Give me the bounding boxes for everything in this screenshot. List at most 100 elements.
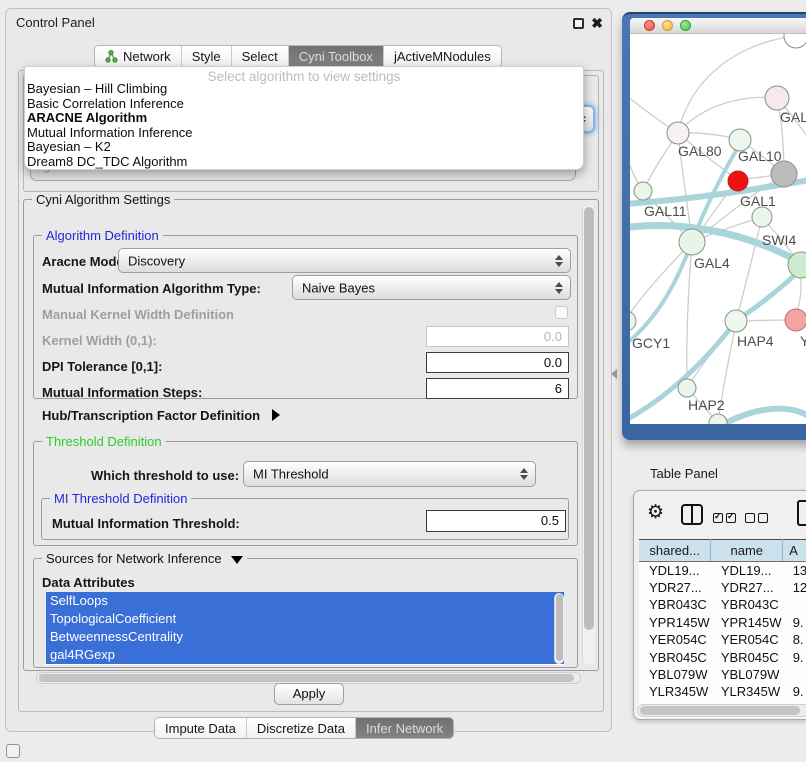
network-node-swi4[interactable] (752, 207, 772, 227)
cell[interactable]: YDL19... (711, 562, 783, 579)
dropdown-item[interactable]: Mutual Information Inference (25, 126, 583, 141)
network-node-gal80[interactable] (667, 122, 689, 144)
table-row[interactable]: YBR043CYBR043C (639, 596, 806, 613)
network-node[interactable] (785, 309, 806, 331)
settings-scrollbar[interactable] (582, 205, 595, 665)
table-row[interactable]: YBR045CYBR045C9. (639, 648, 806, 665)
network-canvas[interactable]: GAL GAL80 GAL10 GAL1 GAL11 SWI4 GAL4 GCY… (630, 34, 806, 424)
table-row[interactable]: YLR345WYLR345W9. (639, 683, 806, 700)
cell[interactable]: YDR27... (711, 579, 783, 596)
splitter-collapse-icon[interactable] (611, 369, 617, 379)
column-header-shared-name[interactable]: shared... (639, 540, 711, 562)
network-node[interactable] (784, 34, 806, 48)
panel-mini-icon[interactable] (6, 744, 20, 758)
cell[interactable]: YBL079W (711, 666, 783, 683)
apply-button[interactable]: Apply (274, 683, 344, 705)
mi-steps-field[interactable]: 6 (426, 378, 569, 399)
cell[interactable]: 9. (783, 614, 806, 631)
cell[interactable]: 8. (783, 631, 806, 648)
tab-infer-network[interactable]: Infer Network (356, 718, 453, 738)
table-row[interactable]: YBL079WYBL079W (639, 666, 806, 683)
sources-collapse-icon[interactable] (231, 556, 243, 564)
dpi-tolerance-field[interactable]: 0.0 (426, 352, 569, 373)
network-node[interactable] (765, 86, 789, 110)
cell[interactable]: YBR045C (711, 648, 783, 665)
manual-kernel-checkbox[interactable] (555, 306, 568, 319)
settings-scrollbar-thumb[interactable] (584, 207, 594, 630)
hub-disclosure-icon[interactable] (272, 409, 280, 421)
tab-jactivemnodules[interactable]: jActiveMNodules (384, 46, 501, 67)
cell[interactable]: 12 (783, 579, 806, 596)
list-horizontal-scrollbar-thumb[interactable] (39, 674, 574, 682)
dropdown-item[interactable]: Dream8 DC_TDC Algorithm (25, 155, 583, 170)
cell[interactable] (783, 596, 806, 613)
close-icon[interactable]: ✖ (591, 14, 603, 32)
table-horizontal-scrollbar[interactable] (637, 704, 806, 717)
tab-style[interactable]: Style (182, 46, 232, 67)
network-node-gcy1[interactable] (630, 311, 636, 331)
dropdown-item-aracne[interactable]: ARACNE Algorithm (25, 111, 583, 126)
network-window-titlebar[interactable] (630, 18, 806, 34)
cell[interactable]: YBR045C (639, 648, 711, 665)
network-node[interactable] (771, 161, 797, 187)
which-threshold-combobox[interactable]: MI Threshold (243, 461, 536, 487)
aracne-mode-combobox[interactable]: Discovery (118, 248, 571, 273)
cell[interactable] (783, 666, 806, 683)
document-icon[interactable] (797, 500, 806, 526)
table-horizontal-scrollbar-thumb[interactable] (640, 706, 800, 715)
tab-impute-data[interactable]: Impute Data (155, 718, 247, 738)
dropdown-item[interactable]: Bayesian – K2 (25, 140, 583, 155)
cell[interactable]: YPR145W (639, 614, 711, 631)
cell[interactable]: YDR27... (639, 579, 711, 596)
attribute-list-scrollbar[interactable] (554, 593, 564, 664)
cell[interactable]: YER054C (711, 631, 783, 648)
cell[interactable]: YBR043C (711, 596, 783, 613)
cell[interactable]: YLR345W (711, 683, 783, 700)
network-node-hap4[interactable] (725, 310, 747, 332)
tab-discretize-data[interactable]: Discretize Data (247, 718, 356, 738)
kernel-width-field[interactable]: 0.0 (426, 326, 569, 347)
tab-select[interactable]: Select (232, 46, 289, 67)
dropdown-item[interactable]: Bayesian – Hill Climbing (25, 82, 583, 97)
cell[interactable]: 9. (783, 683, 806, 700)
network-node-hap2[interactable] (678, 379, 696, 397)
network-node-gal4[interactable] (679, 229, 705, 255)
mi-type-combobox[interactable]: Naive Bayes (292, 275, 571, 300)
minimize-traffic-light-icon[interactable] (662, 20, 673, 31)
table-row[interactable]: YDL19...YDL19...13 (639, 562, 806, 579)
attribute-item[interactable]: BetweennessCentrality (46, 628, 564, 646)
select-all-checkboxes-icon[interactable] (713, 510, 736, 528)
close-traffic-light-icon[interactable] (644, 20, 655, 31)
attribute-item[interactable]: gal4RGexp (46, 646, 564, 664)
network-node-gal1[interactable] (728, 171, 748, 191)
cell[interactable]: YLR345W (639, 683, 711, 700)
gear-icon[interactable]: ⚙ (647, 503, 664, 523)
tab-cyni-toolbox[interactable]: Cyni Toolbox (289, 46, 384, 67)
cell[interactable]: 13 (783, 562, 806, 579)
cell[interactable]: 9. (783, 648, 806, 665)
float-window-icon[interactable] (573, 18, 584, 29)
attribute-list-scrollbar-thumb[interactable] (556, 594, 563, 661)
cell[interactable]: YBL079W (639, 666, 711, 683)
table-row[interactable]: YPR145WYPR145W9. (639, 614, 806, 631)
zoom-traffic-light-icon[interactable] (680, 20, 691, 31)
network-node-gal11[interactable] (634, 182, 652, 200)
attribute-item[interactable]: SelfLoops (46, 592, 564, 610)
deselect-all-checkboxes-icon[interactable] (745, 510, 768, 528)
table-row[interactable]: YER054CYER054C8. (639, 631, 806, 648)
column-layout-icon[interactable] (681, 504, 703, 525)
cell[interactable]: YBR043C (639, 596, 711, 613)
dropdown-placeholder: Select algorithm to view settings (25, 67, 583, 82)
table-row[interactable]: YDR27...YDR27...12 (639, 579, 806, 596)
cell[interactable]: YDL19... (639, 562, 711, 579)
hub-definition-label[interactable]: Hub/Transcription Factor Definition (42, 408, 280, 423)
attribute-item[interactable]: TopologicalCoefficient (46, 610, 564, 628)
column-header-name[interactable]: name (711, 540, 783, 562)
combo-arrows-icon (555, 282, 564, 294)
column-header-partial[interactable]: A (783, 540, 806, 562)
dropdown-item[interactable]: Basic Correlation Inference (25, 97, 583, 112)
mi-threshold-field[interactable]: 0.5 (426, 510, 566, 532)
cell[interactable]: YER054C (639, 631, 711, 648)
cell[interactable]: YPR145W (711, 614, 783, 631)
tab-network[interactable]: Network (95, 46, 182, 67)
